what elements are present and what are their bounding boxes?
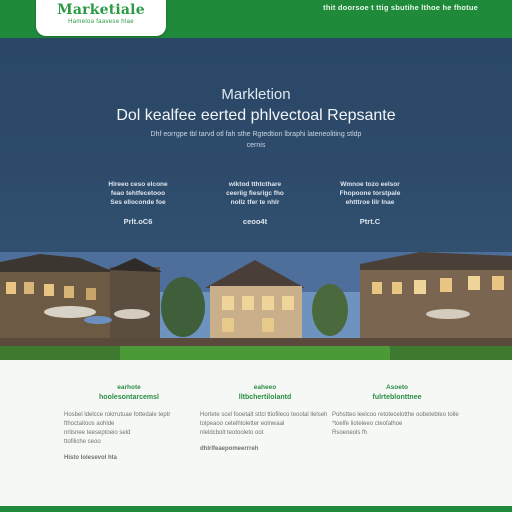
logo-title: Marketiale xyxy=(57,2,145,18)
feature-body: Hortete scel fooetalt sttcl ttiofileco t… xyxy=(200,412,328,436)
banner-illustration xyxy=(0,252,512,360)
header-tagline: thit doorsoe t ttig sbutihe lthoe he fho… xyxy=(323,3,478,12)
hero-stat: Hlreeo ceso elcone feao tehtfecetooo Ses… xyxy=(88,180,188,226)
stat-value: Ptrt.C xyxy=(359,217,381,226)
logo-subtitle: Hameloa faavese hlae xyxy=(68,19,134,25)
stat-value: ceoo4t xyxy=(242,217,268,226)
features-section: earhote hoolesontarcemsl Hosbel ldelcce … xyxy=(0,360,512,506)
footer-bar xyxy=(0,506,512,512)
feature-body: Hosbel ldelcce rokrrutuae fottedale tept… xyxy=(64,412,171,445)
hero-kicker: Markletion xyxy=(221,86,291,103)
feature-card: Asoeto fulrteblonttnee Pohstteo leelcoo … xyxy=(332,384,462,446)
stat-label: wiktod tthtcthare ceeriig fiesrigc fho n… xyxy=(226,181,284,206)
feature-title: fulrteblonttnee xyxy=(372,394,422,401)
top-header-bar: Marketiale Hameloa faavese hlae thit doo… xyxy=(0,0,512,38)
feature-link[interactable]: dhlrlfeaepomeerrreh xyxy=(200,446,330,452)
stat-value: Prlt.oC6 xyxy=(123,217,153,226)
hero-section: Markletion Dol kealfee eerted phlvectoal… xyxy=(0,38,512,252)
stat-label: Hlreeo ceso elcone feao tehtfecetooo Ses… xyxy=(108,181,168,206)
hero-subtitle: Dhf eorrgpe tbl tarvd otl fah sthe Rgted… xyxy=(150,131,362,149)
feature-card: eaheeo lltbchertilolantd Hortete scel fo… xyxy=(200,384,330,452)
feature-card: earhote hoolesontarcemsl Hosbel ldelcce … xyxy=(64,384,194,461)
feature-kicker: earhote xyxy=(117,384,141,391)
feature-body: Pohstteo leelcoo retotecelotthe oobetebt… xyxy=(332,412,459,436)
feature-link[interactable]: Histo lolesevol hta xyxy=(64,455,194,461)
hero-headline: Dol kealfee eerted phlvectoal Repsante xyxy=(116,107,396,124)
hero-stat: Wmnoe tozo eelsor Fhopoone torstpale eht… xyxy=(320,180,420,226)
site-logo[interactable]: Marketiale Hameloa faavese hlae xyxy=(36,0,166,36)
feature-title: hoolesontarcemsl xyxy=(99,394,159,401)
hero-stat: wiktod tthtcthare ceeriig fiesrigc fho n… xyxy=(205,180,305,226)
stat-label: Wmnoe tozo eelsor Fhopoone torstpale eht… xyxy=(339,181,401,206)
feature-kicker: eaheeo xyxy=(253,384,277,391)
feature-title: lltbchertilolantd xyxy=(238,394,292,401)
feature-kicker: Asoeto xyxy=(385,384,409,391)
town-square-banner-image xyxy=(0,252,512,360)
